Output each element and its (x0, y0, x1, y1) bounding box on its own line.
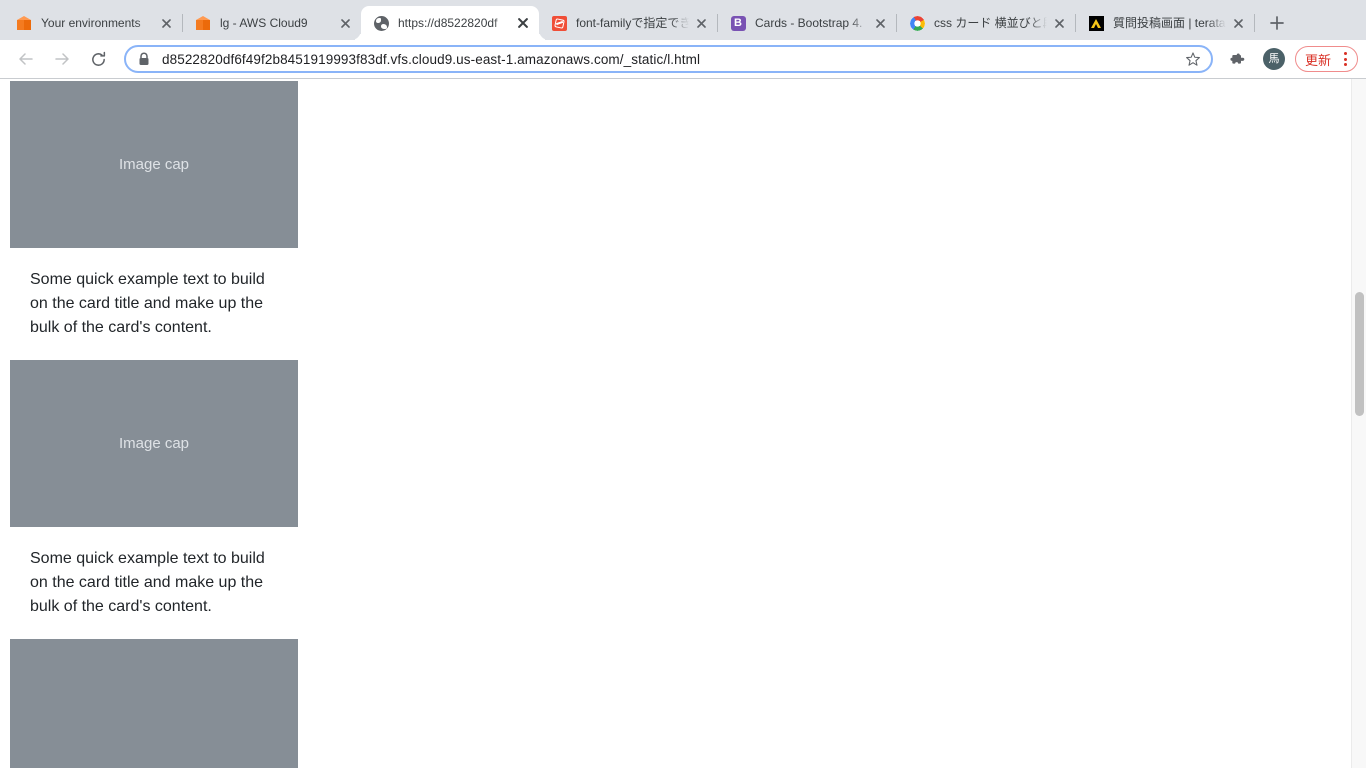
tab-font-family[interactable]: font-familyで指定でき (539, 6, 717, 40)
card (10, 639, 298, 768)
tab-title: lg - AWS Cloud9 (220, 16, 308, 30)
close-icon[interactable] (156, 13, 176, 33)
arrow-left-icon (19, 53, 33, 65)
vertical-scrollbar[interactable] (1351, 79, 1366, 768)
card-image-placeholder (10, 639, 298, 768)
close-icon[interactable] (1228, 13, 1248, 33)
tab-your-environments[interactable]: Your environments (4, 6, 182, 40)
aws-cloud9-cube-icon (16, 15, 32, 31)
browser-toolbar: d8522820df6f49f2b8451919993f83df.vfs.clo… (0, 40, 1366, 78)
address-bar[interactable]: d8522820df6f49f2b8451919993f83df.vfs.clo… (124, 45, 1213, 73)
card-body: Some quick example text to build on the … (10, 527, 298, 639)
update-button[interactable]: 更新 (1294, 46, 1358, 72)
close-icon[interactable] (870, 13, 890, 33)
globe-icon (373, 15, 389, 31)
tab-title: css カード 横並びと段 (934, 16, 1047, 30)
tab-title: font-familyで指定でき (576, 16, 689, 30)
close-icon[interactable] (1049, 13, 1069, 33)
chrome-menu-icon[interactable] (1337, 50, 1353, 68)
card: Image cap Some quick example text to bui… (10, 360, 298, 639)
red-package-icon (551, 15, 567, 31)
card-image-placeholder: Image cap (10, 81, 298, 248)
update-label: 更新 (1304, 52, 1331, 68)
card-image-placeholder: Image cap (10, 360, 298, 527)
card-text: Some quick example text to build on the … (30, 550, 265, 615)
bootstrap-b-icon: B (730, 15, 746, 31)
back-button[interactable] (10, 43, 42, 75)
reload-icon (91, 51, 105, 66)
page-viewport: Image cap Some quick example text to bui… (0, 78, 1366, 768)
extensions-button[interactable] (1223, 44, 1253, 74)
card-body: Some quick example text to build on the … (10, 248, 298, 360)
arrow-right-icon (55, 53, 69, 65)
bookmark-star-icon[interactable] (1181, 47, 1205, 71)
tab-lg-aws-cloud9[interactable]: lg - AWS Cloud9 (183, 6, 361, 40)
teratail-icon (1088, 15, 1104, 31)
new-tab-button[interactable] (1263, 9, 1291, 37)
tab-css-card-search[interactable]: css カード 横並びと段 (897, 6, 1075, 40)
reload-button[interactable] (82, 43, 114, 75)
puzzle-icon (1230, 52, 1245, 64)
profile-avatar[interactable]: 馬 (1262, 48, 1285, 70)
url-text[interactable]: d8522820df6f49f2b8451919993f83df.vfs.clo… (162, 52, 1181, 67)
page-content: Image cap Some quick example text to bui… (0, 79, 1351, 768)
close-icon[interactable] (691, 13, 711, 33)
aws-cloud9-cube-icon (195, 15, 211, 31)
tab-active-static-page[interactable]: https://d8522820df (361, 6, 539, 40)
tab-title: 質問投稿画面 | teratai (1113, 16, 1226, 30)
tab-separator (1254, 14, 1255, 32)
tab-strip: Your environments lg - AWS Cloud9 https:… (0, 0, 1366, 40)
card-text: Some quick example text to build on the … (30, 271, 265, 336)
card-image-caption: Image cap (118, 156, 190, 173)
lock-icon (138, 52, 152, 66)
tab-title: https://d8522820df (398, 16, 498, 30)
forward-button[interactable] (46, 43, 78, 75)
scrollbar-thumb[interactable] (1355, 292, 1364, 416)
google-g-icon (909, 15, 925, 31)
tab-teratail[interactable]: 質問投稿画面 | teratai (1076, 6, 1254, 40)
browser-window: Your environments lg - AWS Cloud9 https:… (0, 0, 1366, 768)
card: Image cap Some quick example text to bui… (10, 81, 298, 360)
card-image-caption: Image cap (118, 435, 190, 452)
tab-title: Cards - Bootstrap 4. (755, 16, 863, 30)
close-icon[interactable] (513, 13, 533, 33)
tab-title: Your environments (41, 16, 141, 30)
tab-cards-bootstrap[interactable]: B Cards - Bootstrap 4. (718, 6, 896, 40)
card-column: Image cap Some quick example text to bui… (10, 81, 298, 768)
